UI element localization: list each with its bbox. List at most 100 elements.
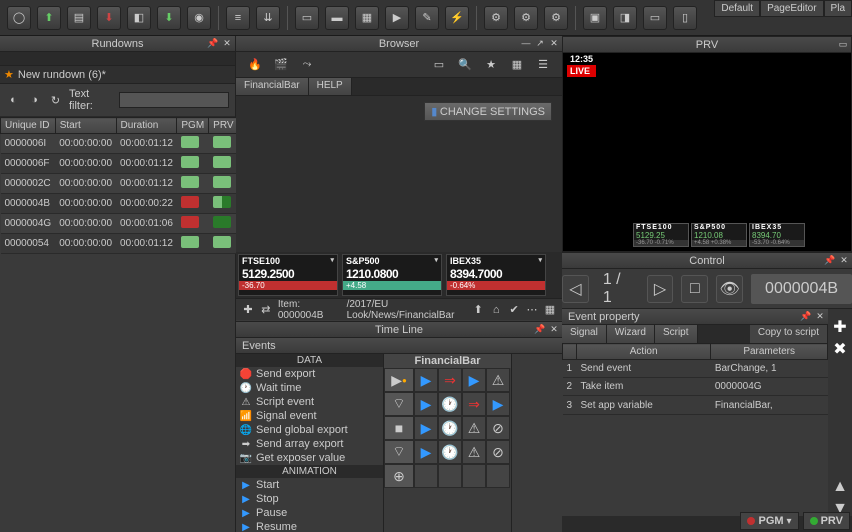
grid-view-icon[interactable]: ▦ — [507, 55, 527, 75]
table-row[interactable]: 0000006I00:00:00:0000:00:01:12 — [1, 134, 239, 154]
event-item[interactable]: ⚠Script event — [236, 395, 383, 409]
camera-icon[interactable]: ◉ — [187, 6, 211, 30]
event-item[interactable]: 📷Get exposer value — [236, 451, 383, 465]
folder-icon[interactable]: ▭ — [429, 55, 449, 75]
fb-clock-icon[interactable]: 🕐 — [438, 416, 462, 440]
col-dur[interactable]: Duration — [116, 118, 177, 134]
col-prv[interactable]: PRV — [209, 118, 238, 134]
clapper-icon[interactable]: ▭ — [643, 6, 667, 30]
tool-h-icon[interactable]: ▯ — [673, 6, 697, 30]
fb-add-icon[interactable]: ⊕ — [384, 464, 414, 488]
col-id[interactable]: Unique ID — [1, 118, 56, 134]
up-icon[interactable]: ⬆ — [472, 302, 484, 318]
fb-cell[interactable]: ▶ — [414, 392, 438, 416]
pin-icon[interactable]: 📌 — [800, 311, 812, 323]
ticker[interactable]: S&P500 ▾1210.0800+4.58 — [342, 254, 442, 296]
fb-warn-icon[interactable]: ⚠ — [462, 440, 486, 464]
eraser-icon[interactable]: ◧ — [127, 6, 151, 30]
close-icon[interactable]: ▭ — [837, 39, 849, 51]
fb-clock-icon[interactable]: 🕐 — [438, 392, 462, 416]
layout1-icon[interactable]: ▭ — [295, 6, 319, 30]
copy-to-script-button[interactable]: Copy to script — [750, 325, 828, 343]
db-down-icon[interactable]: ⇊ — [256, 6, 280, 30]
eye-button[interactable]: 👁 — [716, 275, 743, 303]
play-icon[interactable]: ▶ — [385, 6, 409, 30]
table-row[interactable]: 2Take item0000004G — [563, 378, 828, 396]
col-params[interactable]: Parameters — [711, 344, 828, 360]
event-item[interactable]: 🛑Send export — [236, 367, 383, 381]
table-row[interactable]: 0000004G00:00:00:0000:00:01:06 — [1, 214, 239, 234]
path-icon[interactable]: ⤳ — [297, 55, 317, 75]
prev-button[interactable]: ◁ — [562, 275, 589, 303]
tab-script[interactable]: Script — [655, 325, 698, 343]
fb-cell[interactable]: ⇒ — [462, 392, 486, 416]
ticker[interactable]: IBEX35 ▾8394.7000-0.64% — [446, 254, 546, 296]
sheet-icon[interactable]: ▤ — [67, 6, 91, 30]
gear1-icon[interactable]: ⚙ — [484, 6, 508, 30]
event-item[interactable]: 🕐Wait time — [236, 381, 383, 395]
download-red-icon[interactable]: ⬇ — [97, 6, 121, 30]
tab-wizard[interactable]: Wizard — [607, 325, 655, 343]
link-icon[interactable]: ⇄ — [260, 302, 272, 318]
fire-icon[interactable]: 🔥 — [245, 55, 265, 75]
pin-icon[interactable]: 📌 — [824, 255, 836, 267]
table-row[interactable]: 1Send eventBarChange, 1 — [563, 360, 828, 378]
fb-cell[interactable]: ⇒ — [438, 368, 462, 392]
pin-icon[interactable]: 📌 — [207, 38, 219, 50]
change-settings-button[interactable]: ▮ CHANGE SETTINGS — [424, 102, 552, 121]
close-icon[interactable]: ✕ — [221, 38, 233, 50]
pin-icon[interactable]: 📌 — [534, 324, 546, 336]
move-up-icon[interactable]: ▲ — [832, 478, 848, 494]
close-icon[interactable]: ✕ — [838, 255, 850, 267]
clapper-icon[interactable]: 🎬 — [271, 55, 291, 75]
close-icon[interactable]: ✕ — [548, 324, 560, 336]
tab-default[interactable]: Default — [714, 0, 760, 17]
fb-warn-icon[interactable]: ⚠ — [462, 416, 486, 440]
event-item[interactable]: ▶Stop — [236, 492, 383, 506]
tool-icon[interactable]: ◯ — [7, 6, 31, 30]
check-icon[interactable]: ✔ — [508, 302, 520, 318]
col-action[interactable]: Action — [577, 344, 711, 360]
timeline-canvas[interactable] — [512, 354, 562, 532]
plug-icon[interactable]: ⚡ — [445, 6, 469, 30]
event-item[interactable]: ▶Start — [236, 478, 383, 492]
minimize-icon[interactable]: — — [520, 38, 532, 50]
ticker[interactable]: FTSE100 ▾5129.2500-36.70 — [238, 254, 338, 296]
col-start[interactable]: Start — [55, 118, 116, 134]
fb-cell[interactable]: ▶ — [462, 368, 486, 392]
pgm-toggle[interactable]: PGM ▾ — [740, 512, 798, 530]
event-item[interactable]: ▶Pause — [236, 506, 383, 520]
gear2-icon[interactable]: ⚙ — [514, 6, 538, 30]
col-pgm[interactable]: PGM — [177, 118, 209, 134]
table-row[interactable]: 0000006F00:00:00:0000:00:01:12 — [1, 154, 239, 174]
tab-signal[interactable]: Signal — [562, 325, 607, 343]
refresh-icon[interactable]: ↻ — [48, 92, 63, 108]
tool-f-icon[interactable]: ▣ — [583, 6, 607, 30]
gear3-icon[interactable]: ⚙ — [544, 6, 568, 30]
event-item[interactable]: ▶Resume — [236, 520, 383, 532]
fb-cancel-icon[interactable]: ⊘ — [486, 416, 510, 440]
headphones-left-icon[interactable]: ◐ — [6, 92, 21, 108]
layout3-icon[interactable]: ▦ — [355, 6, 379, 30]
fb-wifi2-icon[interactable]: ⌔ — [384, 440, 414, 464]
fb-play-icon[interactable]: ▶● — [384, 368, 414, 392]
download-green-icon[interactable]: ⬇ — [157, 6, 181, 30]
close-icon[interactable]: ✕ — [814, 311, 826, 323]
home-icon[interactable]: ⌂ — [490, 302, 502, 318]
dots-icon[interactable]: ⋯ — [526, 302, 538, 318]
table-row[interactable]: 0000002C00:00:00:0000:00:01:12 — [1, 174, 239, 194]
tool-g-icon[interactable]: ◨ — [613, 6, 637, 30]
filter-input[interactable] — [119, 92, 229, 108]
fb-cell[interactable]: ▶ — [486, 392, 510, 416]
list-view-icon[interactable]: ☰ — [533, 55, 553, 75]
fb-stop-icon[interactable]: ■ — [384, 416, 414, 440]
tab-financialbar[interactable]: FinancialBar — [236, 78, 309, 95]
fb-wifi-icon[interactable]: ⌔ — [384, 392, 414, 416]
delete-row-icon[interactable]: ✖ — [832, 339, 848, 355]
puzzle-icon[interactable]: ✚ — [242, 302, 254, 318]
tab-pla[interactable]: Pla — [824, 0, 852, 17]
table-row[interactable]: 3Set app variableFinancialBar, — [563, 396, 828, 415]
db-icon[interactable]: ≡ — [226, 6, 250, 30]
pin-icon[interactable]: ↗ — [534, 38, 546, 50]
table-row[interactable]: 0000005400:00:00:0000:00:01:12 — [1, 234, 239, 254]
